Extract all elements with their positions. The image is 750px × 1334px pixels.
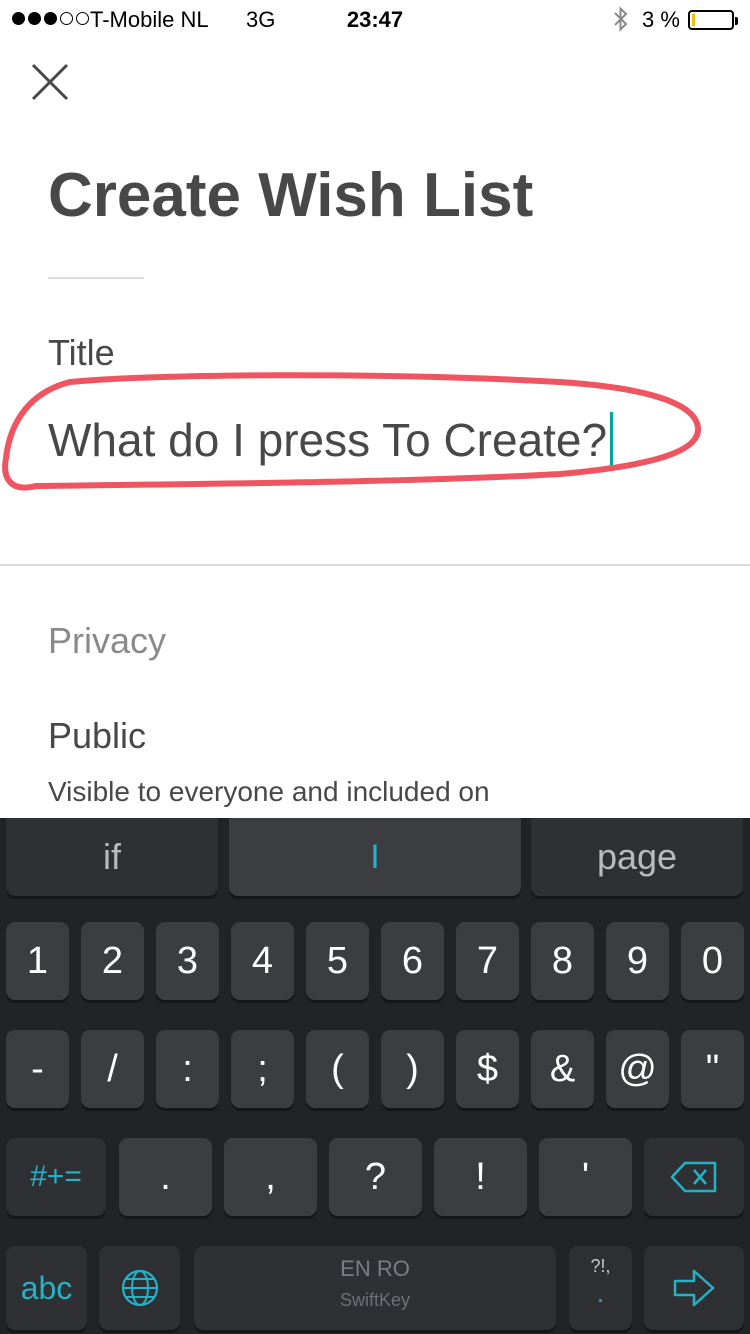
- privacy-option-public[interactable]: Public: [48, 715, 146, 757]
- key-8[interactable]: 8: [531, 922, 594, 1000]
- globe-icon: [121, 1269, 158, 1307]
- key-more-symbols[interactable]: #+=: [6, 1138, 106, 1216]
- key-period[interactable]: .: [119, 1138, 212, 1216]
- privacy-label: Privacy: [48, 620, 167, 661]
- punctuation-dot: .: [596, 1278, 605, 1308]
- privacy-option-description: Visible to everyone and included on: [48, 776, 490, 807]
- key-backspace[interactable]: [644, 1138, 744, 1216]
- suggestion-right[interactable]: page: [531, 818, 743, 896]
- key-enter[interactable]: [644, 1246, 744, 1330]
- key-hyphen[interactable]: -: [6, 1030, 69, 1108]
- battery-percent: 3 %: [642, 7, 680, 32]
- suggestion-left[interactable]: if: [6, 818, 218, 896]
- page-title: Create Wish List: [48, 161, 534, 230]
- key-globe[interactable]: [99, 1246, 180, 1330]
- battery-icon: [688, 10, 738, 30]
- key-comma[interactable]: ,: [224, 1138, 317, 1216]
- suggestion-middle[interactable]: I: [229, 818, 521, 896]
- key-punctuation[interactable]: ?!, .: [569, 1246, 632, 1330]
- section-divider: [0, 564, 750, 566]
- key-semicolon[interactable]: ;: [231, 1030, 294, 1108]
- title-input[interactable]: What do I press To Create?: [48, 412, 614, 468]
- title-divider: [48, 277, 144, 279]
- space-brand: SwiftKey: [339, 1290, 411, 1310]
- arrow-right-icon: [673, 1269, 715, 1307]
- key-apostrophe[interactable]: ': [539, 1138, 632, 1216]
- key-6[interactable]: 6: [381, 922, 444, 1000]
- key-at[interactable]: @: [606, 1030, 669, 1108]
- key-colon[interactable]: :: [156, 1030, 219, 1108]
- key-9[interactable]: 9: [606, 922, 669, 1000]
- key-open-paren[interactable]: (: [306, 1030, 369, 1108]
- key-space[interactable]: EN RO SwiftKey: [194, 1246, 556, 1330]
- key-ampersand[interactable]: &: [531, 1030, 594, 1108]
- keyboard: if I page 1 2 3 4 5 6 7 8 9 0 - / : ; ( …: [0, 818, 750, 1334]
- bluetooth-icon: [614, 6, 628, 32]
- key-3[interactable]: 3: [156, 922, 219, 1000]
- key-quote[interactable]: ": [681, 1030, 744, 1108]
- title-input-value: What do I press To Create?: [48, 414, 608, 466]
- text-caret: [610, 412, 614, 468]
- key-1[interactable]: 1: [6, 922, 69, 1000]
- key-5[interactable]: 5: [306, 922, 369, 1000]
- key-question[interactable]: ?: [329, 1138, 422, 1216]
- key-slash[interactable]: /: [81, 1030, 144, 1108]
- status-bar: T-Mobile NL 3G 23:47 3 %: [0, 0, 750, 40]
- space-language: EN RO: [340, 1256, 410, 1281]
- key-exclamation[interactable]: !: [434, 1138, 527, 1216]
- key-abc[interactable]: abc: [6, 1246, 87, 1330]
- backspace-icon: [670, 1161, 717, 1193]
- key-dollar[interactable]: $: [456, 1030, 519, 1108]
- key-close-paren[interactable]: ): [381, 1030, 444, 1108]
- key-0[interactable]: 0: [681, 922, 744, 1000]
- punctuation-top: ?!,: [590, 1256, 611, 1276]
- key-4[interactable]: 4: [231, 922, 294, 1000]
- key-2[interactable]: 2: [81, 922, 144, 1000]
- key-7[interactable]: 7: [456, 922, 519, 1000]
- title-field-label: Title: [48, 332, 115, 373]
- close-icon[interactable]: [28, 60, 72, 104]
- clock: 23:47: [346, 7, 404, 32]
